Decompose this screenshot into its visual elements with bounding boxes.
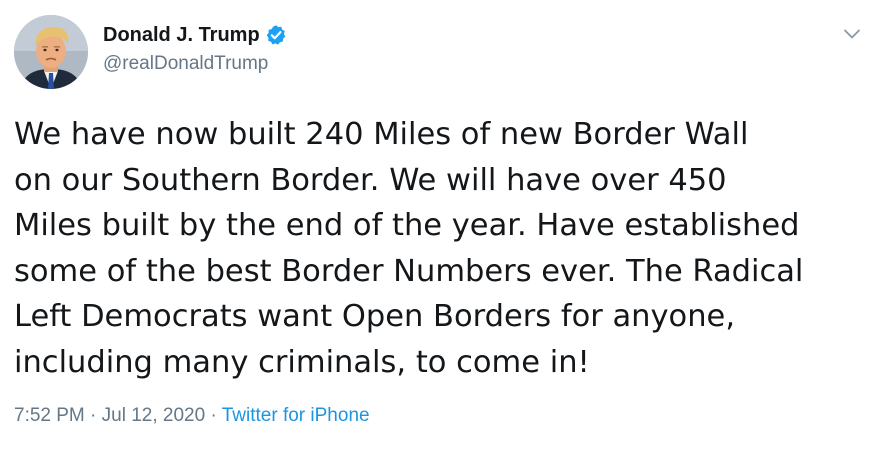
tweet-card: Donald J. Trump @realDonaldTrump We have… bbox=[0, 0, 882, 455]
tweet-text-line: Miles built by the end of the year. Have… bbox=[14, 208, 800, 243]
meta-separator: · bbox=[210, 405, 217, 426]
author-name-row[interactable]: Donald J. Trump bbox=[103, 22, 287, 48]
user-handle[interactable]: @realDonaldTrump bbox=[103, 53, 268, 75]
tweet-text-line: some of the best Border Numbers ever. Th… bbox=[14, 253, 804, 289]
chevron-down-icon[interactable] bbox=[836, 20, 868, 48]
tweet-text-line: We have now built 240 Miles of new Borde… bbox=[14, 117, 749, 152]
verified-badge-icon bbox=[265, 24, 287, 46]
tweet-time[interactable]: 7:52 PM bbox=[14, 405, 85, 426]
tweet-text-line: Left Democrats want Open Borders for any… bbox=[14, 299, 736, 334]
tweet-text: We have now built 240 Miles of new Borde… bbox=[14, 112, 876, 385]
tweet-text-line: including many criminals, to come in! bbox=[14, 344, 590, 380]
tweet-source-link[interactable]: Twitter for iPhone bbox=[222, 405, 370, 426]
tweet-date[interactable]: Jul 12, 2020 bbox=[102, 405, 206, 426]
display-name[interactable]: Donald J. Trump bbox=[103, 24, 260, 47]
meta-separator: · bbox=[90, 405, 97, 426]
avatar[interactable] bbox=[14, 15, 88, 89]
profile-photo bbox=[14, 15, 88, 89]
tweet-meta: 7:52 PM · Jul 12, 2020 · Twitter for iPh… bbox=[14, 405, 370, 427]
tweet-text-line: on our Southern Border. We will have ove… bbox=[14, 162, 727, 198]
